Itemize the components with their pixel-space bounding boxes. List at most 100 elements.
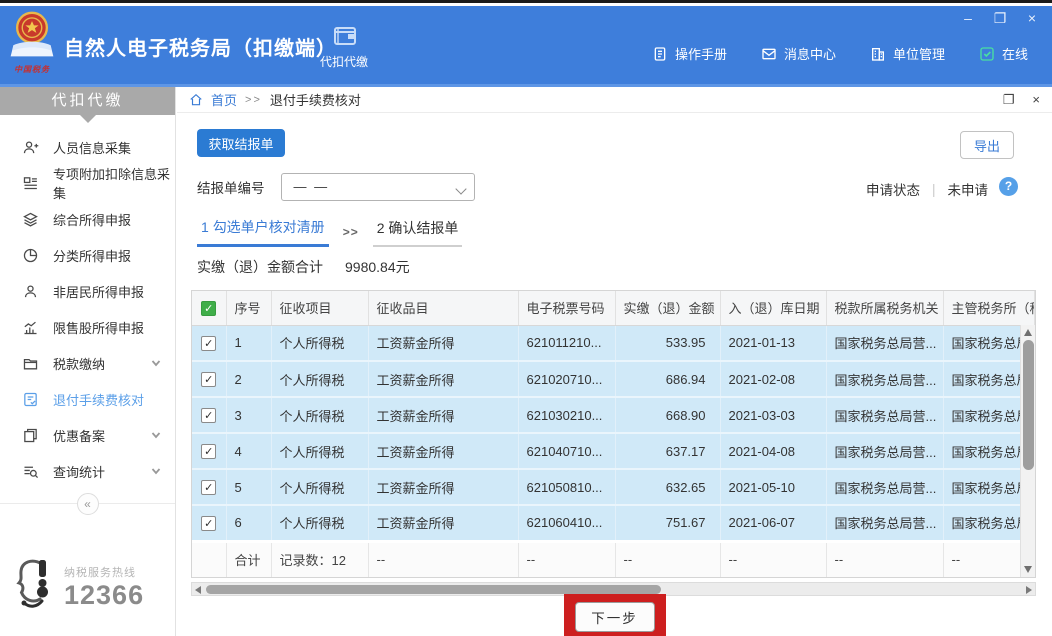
cell-seq: 5	[226, 469, 271, 505]
sidebar-item-preferential-record[interactable]: 优惠备案	[0, 417, 175, 453]
message-center-link[interactable]: 消息中心	[761, 44, 836, 63]
sidebar-item-personnel-info[interactable]: 人员信息采集	[0, 129, 175, 165]
footer-dash: --	[720, 541, 826, 577]
table-row[interactable]: ✓ 6 个人所得税 工资薪金所得 621060410... 751.67 202…	[192, 505, 1035, 541]
app-window: 中国税务 自然人电子税务局（扣缴端） 代扣代缴 操作手册	[0, 0, 1052, 636]
sidebar-item-tax-payment[interactable]: 税款缴纳	[0, 345, 175, 381]
table-row[interactable]: ✓ 1 个人所得税 工资薪金所得 621011210... 533.95 202…	[192, 325, 1035, 361]
cell-amount: 686.94	[615, 361, 720, 397]
footer-dash: --	[826, 541, 943, 577]
window-restore-button[interactable]: ❐	[992, 10, 1008, 27]
tab-label: 代扣代缴	[320, 53, 368, 70]
window-minimize-button[interactable]: –	[960, 10, 976, 27]
sidebar-item-refund-fee-check[interactable]: 退付手续费核对	[0, 381, 175, 417]
manual-link[interactable]: 操作手册	[652, 44, 727, 63]
online-status[interactable]: 在线	[979, 44, 1028, 63]
sidebar-item-query-statistics[interactable]: 查询统计	[0, 453, 175, 489]
step-2-confirm-statement[interactable]: 2 确认结报单	[373, 218, 463, 247]
sidebar-item-label: 税款缴纳	[53, 354, 105, 373]
row-checkbox[interactable]: ✓	[201, 372, 216, 387]
layers-icon	[22, 211, 39, 228]
sidebar-item-restricted-shares[interactable]: 限售股所得申报	[0, 309, 175, 345]
scroll-up-icon[interactable]	[1024, 329, 1032, 336]
step-label: 勾选单户核对清册	[213, 219, 325, 235]
col-office: 主管税务所（科	[943, 291, 1035, 325]
table-row[interactable]: ✓ 5 个人所得税 工资薪金所得 621050810... 632.65 202…	[192, 469, 1035, 505]
cell-date: 2021-05-10	[720, 469, 826, 505]
row-checkbox[interactable]: ✓	[201, 336, 216, 351]
step-number: 1	[201, 219, 209, 235]
footer-record-count: 记录数：12	[271, 541, 368, 577]
panel-controls: ❐ ×	[1003, 92, 1040, 108]
statement-number-select[interactable]: — —	[281, 173, 475, 201]
cell-project: 个人所得税	[271, 361, 368, 397]
scroll-left-icon[interactable]	[195, 586, 201, 594]
cell-amount: 751.67	[615, 505, 720, 541]
breadcrumb-home[interactable]: 首页	[211, 90, 237, 109]
cell-amount: 533.95	[615, 325, 720, 361]
step-1-select-checklist[interactable]: 1 勾选单户核对清册	[197, 217, 329, 247]
sidebar-item-label: 综合所得申报	[53, 210, 131, 229]
hotline-number: 12366	[64, 580, 144, 611]
document-check-icon	[22, 391, 39, 408]
select-all-checkbox[interactable]: ✓	[201, 301, 216, 316]
sidebar: 代扣代缴 人员信息采集 专项附加扣除信息采集 综合所得申报 分类所得申报 非居民…	[0, 87, 176, 636]
table-row[interactable]: ✓ 3 个人所得税 工资薪金所得 621030210... 668.90 202…	[192, 397, 1035, 433]
export-button[interactable]: 导出	[960, 131, 1014, 159]
bar-chart-icon	[22, 319, 39, 336]
summary-value: 9980.84元	[345, 257, 410, 277]
unit-management-label: 单位管理	[893, 44, 945, 63]
cell-amount: 668.90	[615, 397, 720, 433]
horizontal-scroll-thumb[interactable]	[206, 585, 661, 594]
sidebar-item-special-deduction[interactable]: 专项附加扣除信息采集	[0, 165, 175, 201]
help-icon[interactable]: ?	[999, 177, 1018, 196]
scroll-down-icon[interactable]	[1024, 566, 1032, 573]
app-title: 自然人电子税务局（扣缴端）	[64, 32, 337, 61]
hotline-label: 纳税服务热线	[64, 564, 144, 580]
row-checkbox[interactable]: ✓	[201, 444, 216, 459]
status-value: 未申请	[948, 179, 989, 199]
cell-date: 2021-03-03	[720, 397, 826, 433]
row-checkbox[interactable]: ✓	[201, 480, 216, 495]
table-row[interactable]: ✓ 2 个人所得税 工资薪金所得 621020710... 686.94 202…	[192, 361, 1035, 397]
cell-item: 工资薪金所得	[368, 469, 518, 505]
fetch-statement-button[interactable]: 获取结报单	[197, 129, 285, 157]
sidebar-item-label: 分类所得申报	[53, 246, 131, 265]
chevron-down-icon	[455, 183, 466, 194]
table-row[interactable]: ✓ 4 个人所得税 工资薪金所得 621040710... 637.17 202…	[192, 433, 1035, 469]
cell-project: 个人所得税	[271, 325, 368, 361]
unit-management-link[interactable]: 单位管理	[870, 44, 945, 63]
sidebar-item-label: 优惠备案	[53, 426, 105, 445]
cell-ticket: 621050810...	[518, 469, 615, 505]
cell-seq: 2	[226, 361, 271, 397]
cell-ticket: 621030210...	[518, 397, 615, 433]
app-header: 中国税务 自然人电子税务局（扣缴端） 代扣代缴 操作手册	[0, 6, 1052, 87]
row-checkbox[interactable]: ✓	[201, 408, 216, 423]
window-close-button[interactable]: ×	[1024, 10, 1040, 27]
row-checkbox[interactable]: ✓	[201, 516, 216, 531]
sidebar-header: 代扣代缴	[0, 87, 175, 115]
cell-item: 工资薪金所得	[368, 505, 518, 541]
window-controls: – ❐ ×	[960, 10, 1040, 27]
sidebar-item-label: 专项附加扣除信息采集	[53, 164, 175, 202]
sidebar-item-classified-income[interactable]: 分类所得申报	[0, 237, 175, 273]
sidebar-item-label: 查询统计	[53, 462, 105, 481]
panel-close-button[interactable]: ×	[1032, 92, 1040, 108]
sidebar-item-nonresident-income[interactable]: 非居民所得申报	[0, 273, 175, 309]
next-step-button[interactable]: 下一步	[575, 602, 655, 632]
sidebar-item-label: 退付手续费核对	[53, 390, 144, 409]
panel-restore-button[interactable]: ❐	[1003, 92, 1015, 108]
logo-caption: 中国税务	[6, 64, 58, 75]
scroll-right-icon[interactable]	[1026, 586, 1032, 594]
status-label: 申请状态	[866, 179, 920, 199]
cell-seq: 6	[226, 505, 271, 541]
col-seq: 序号	[226, 291, 271, 325]
sidebar-item-comprehensive-income[interactable]: 综合所得申报	[0, 201, 175, 237]
sidebar-collapse-button[interactable]: «	[77, 493, 99, 515]
cell-item: 工资薪金所得	[368, 433, 518, 469]
vertical-scroll-thumb[interactable]	[1023, 340, 1034, 470]
tab-daikou-daijiao[interactable]: 代扣代缴	[310, 8, 378, 84]
tax-bureau-logo: 中国税务	[6, 10, 58, 82]
vertical-scrollbar[interactable]	[1020, 325, 1035, 577]
search-list-icon	[22, 463, 39, 480]
